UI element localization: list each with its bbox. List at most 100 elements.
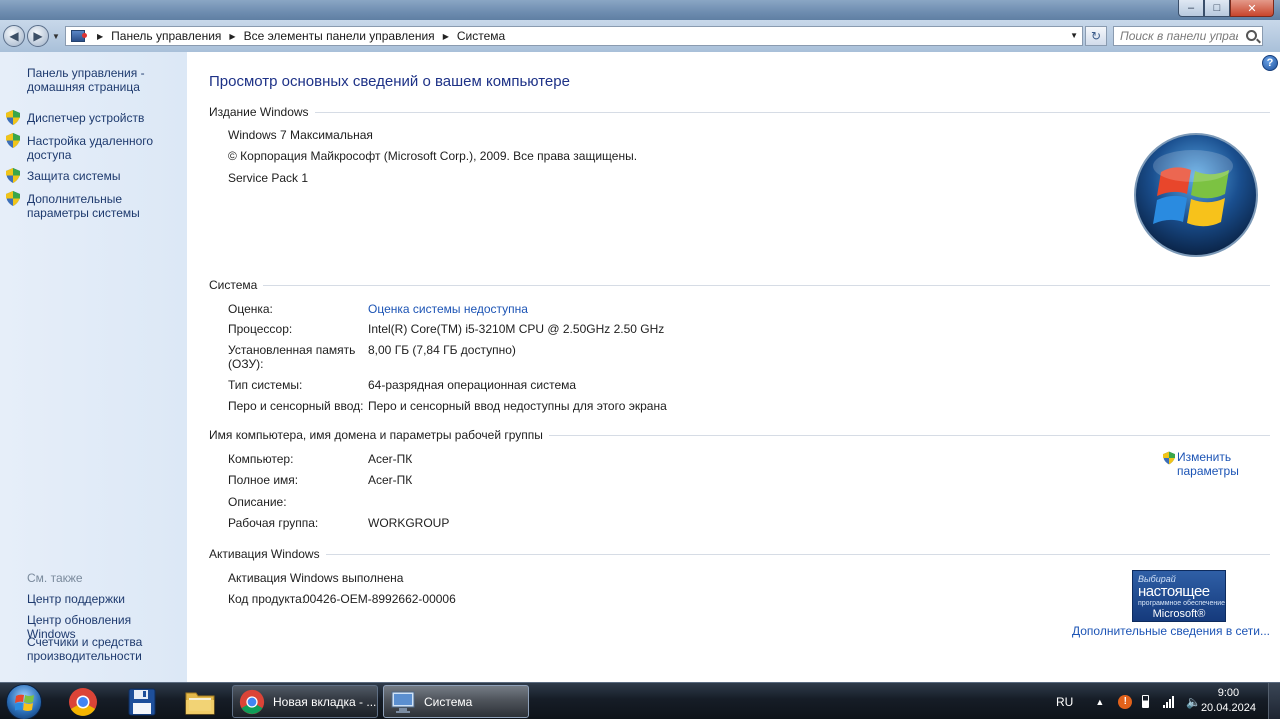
section-computer-name: Имя компьютера, имя домена и параметры р…: [209, 428, 1270, 442]
pen-touch-value: Перо и сенсорный ввод недоступны для это…: [368, 399, 667, 413]
sidebar-item-action-center[interactable]: Центр поддержки: [27, 592, 182, 606]
rating-label: Оценка:: [228, 302, 273, 316]
clock-time: 9:00: [1217, 687, 1240, 699]
breadcrumb-separator-icon[interactable]: ▶: [97, 32, 103, 41]
shield-icon: [6, 191, 20, 206]
sidebar-item-advanced-settings[interactable]: Дополнительные параметры системы: [27, 192, 182, 220]
taskbar: Новая вкладка - ... Система RU ▲ ! 🔈 9:0…: [0, 682, 1280, 719]
shield-icon: [6, 168, 20, 183]
product-key-value: 00426-OEM-8992662-00006: [303, 592, 456, 606]
section-heading: Имя компьютера, имя домена и параметры р…: [209, 428, 543, 442]
computer-name-label: Компьютер:: [228, 452, 294, 466]
breadcrumb-system[interactable]: Система: [457, 29, 505, 43]
taskbar-pinned-chrome[interactable]: [59, 685, 107, 719]
section-windows-edition: Издание Windows: [209, 105, 1270, 119]
change-settings-link[interactable]: Изменить параметры: [1163, 450, 1263, 478]
more-info-online-link[interactable]: Дополнительные сведения в сети...: [1072, 624, 1270, 638]
notification-area: RU ▲ ! 🔈: [1056, 683, 1201, 719]
control-panel-icon: [71, 30, 87, 42]
system-monitor-icon: [391, 691, 415, 713]
window-title-bar: – □ ✕: [0, 0, 1280, 20]
computer-name-value: Acer-ПК: [368, 452, 413, 466]
navigation-bar: ◀ ▶ ▼ ▶ Панель управления ▶ Все элементы…: [0, 20, 1280, 52]
show-hidden-icons-icon[interactable]: ▲: [1095, 697, 1104, 707]
breadcrumb-separator-icon[interactable]: ▶: [229, 32, 235, 41]
rating-link[interactable]: Оценка системы недоступна: [368, 302, 528, 316]
badge-line-4: Microsoft®: [1152, 608, 1206, 620]
activation-status: Активация Windows выполнена: [228, 571, 404, 585]
forward-arrow-icon: ▶: [33, 29, 43, 43]
section-divider: [314, 111, 1270, 113]
page-title: Просмотр основных сведений о вашем компь…: [209, 73, 570, 90]
sidebar-home-link[interactable]: Панель управления - домашняя страница: [27, 66, 177, 94]
help-icon[interactable]: ?: [1262, 55, 1278, 71]
show-desktop-button[interactable]: [1268, 683, 1280, 719]
sidebar-item-remote-settings[interactable]: Настройка удаленного доступа: [27, 134, 182, 162]
minimize-button[interactable]: –: [1178, 0, 1204, 17]
taskbar-window-system[interactable]: Система: [383, 685, 529, 718]
windows-logo-icon: [1134, 133, 1258, 257]
section-heading: Система: [209, 278, 258, 292]
action-center-warning-icon[interactable]: !: [1118, 694, 1133, 709]
taskbar-pinned-explorer[interactable]: [176, 685, 224, 719]
network-signal-icon[interactable]: [1163, 695, 1175, 708]
section-heading: Издание Windows: [209, 105, 309, 119]
description-label: Описание:: [228, 495, 287, 509]
sidebar-item-device-manager[interactable]: Диспетчер устройств: [27, 111, 182, 125]
forward-button[interactable]: ▶: [27, 25, 49, 47]
section-system: Система: [209, 278, 1270, 292]
see-also-heading: См. также: [27, 571, 83, 585]
full-name-label: Полное имя:: [228, 473, 299, 487]
shield-icon: [6, 133, 20, 148]
system-type-label: Тип системы:: [228, 378, 303, 392]
taskbar-pinned-save[interactable]: [118, 685, 166, 719]
maximize-button[interactable]: □: [1204, 0, 1230, 17]
chrome-icon: [239, 689, 265, 714]
system-type-value: 64-разрядная операционная система: [368, 378, 577, 392]
breadcrumb-control-panel[interactable]: Панель управления: [111, 29, 221, 43]
copyright-text: © Корпорация Майкрософт (Microsoft Corp.…: [228, 149, 638, 163]
clock[interactable]: 9:00 20.04.2024: [1201, 686, 1256, 716]
recent-pages-dropdown[interactable]: ▼: [51, 32, 61, 41]
search-icon[interactable]: [1246, 30, 1257, 41]
badge-line-2: настоящее: [1138, 583, 1210, 600]
search-input[interactable]: [1120, 29, 1238, 43]
section-heading: Активация Windows: [209, 547, 320, 561]
badge-line-3: программное обеспечение: [1138, 600, 1226, 607]
caption-buttons: – □ ✕: [1178, 0, 1274, 18]
pen-touch-label: Перо и сенсорный ввод:: [228, 399, 364, 413]
processor-value: Intel(R) Core(TM) i5-3210M CPU @ 2.50GHz…: [368, 322, 665, 336]
search-box: [1113, 26, 1263, 46]
section-activation: Активация Windows: [209, 547, 1270, 561]
close-button[interactable]: ✕: [1230, 0, 1274, 17]
start-button[interactable]: [6, 684, 42, 719]
volume-icon[interactable]: 🔈: [1186, 695, 1201, 709]
section-divider: [548, 434, 1270, 436]
refresh-icon: ↻: [1090, 29, 1102, 43]
sidebar-item-system-protection[interactable]: Защита системы: [27, 169, 182, 183]
chrome-icon: [69, 688, 97, 716]
back-button[interactable]: ◀: [3, 25, 25, 47]
battery-icon[interactable]: [1142, 695, 1150, 708]
refresh-button[interactable]: ↻: [1085, 26, 1107, 46]
breadcrumb-all-items[interactable]: Все элементы панели управления: [244, 29, 435, 43]
shield-icon: [6, 110, 20, 125]
folder-icon: [185, 692, 215, 715]
task-pane: Панель управления - домашняя страница Ди…: [0, 52, 187, 682]
processor-label: Процессор:: [228, 322, 293, 336]
service-pack: Service Pack 1: [228, 171, 309, 185]
sidebar-item-performance[interactable]: Счетчики и средства производительности: [27, 635, 182, 663]
full-name-value: Acer-ПК: [368, 473, 413, 487]
taskbar-window-chrome[interactable]: Новая вкладка - ...: [232, 685, 378, 718]
taskbar-window-label: Система: [424, 694, 473, 709]
address-bar[interactable]: ▶ Панель управления ▶ Все элементы панел…: [65, 26, 1083, 46]
address-dropdown-icon[interactable]: ▼: [1070, 31, 1078, 40]
language-indicator[interactable]: RU: [1056, 695, 1073, 709]
breadcrumb-separator-icon[interactable]: ▶: [443, 32, 449, 41]
back-arrow-icon: ◀: [9, 29, 19, 43]
main-content: ? Просмотр основных сведений о вашем ком…: [187, 52, 1280, 682]
clock-date: 20.04.2024: [1200, 702, 1256, 714]
genuine-microsoft-badge[interactable]: Выбирай настоящее программное обеспечени…: [1132, 570, 1226, 622]
memory-value: 8,00 ГБ (7,84 ГБ доступно): [368, 343, 516, 357]
history-buttons: ◀ ▶ ▼: [3, 25, 61, 47]
